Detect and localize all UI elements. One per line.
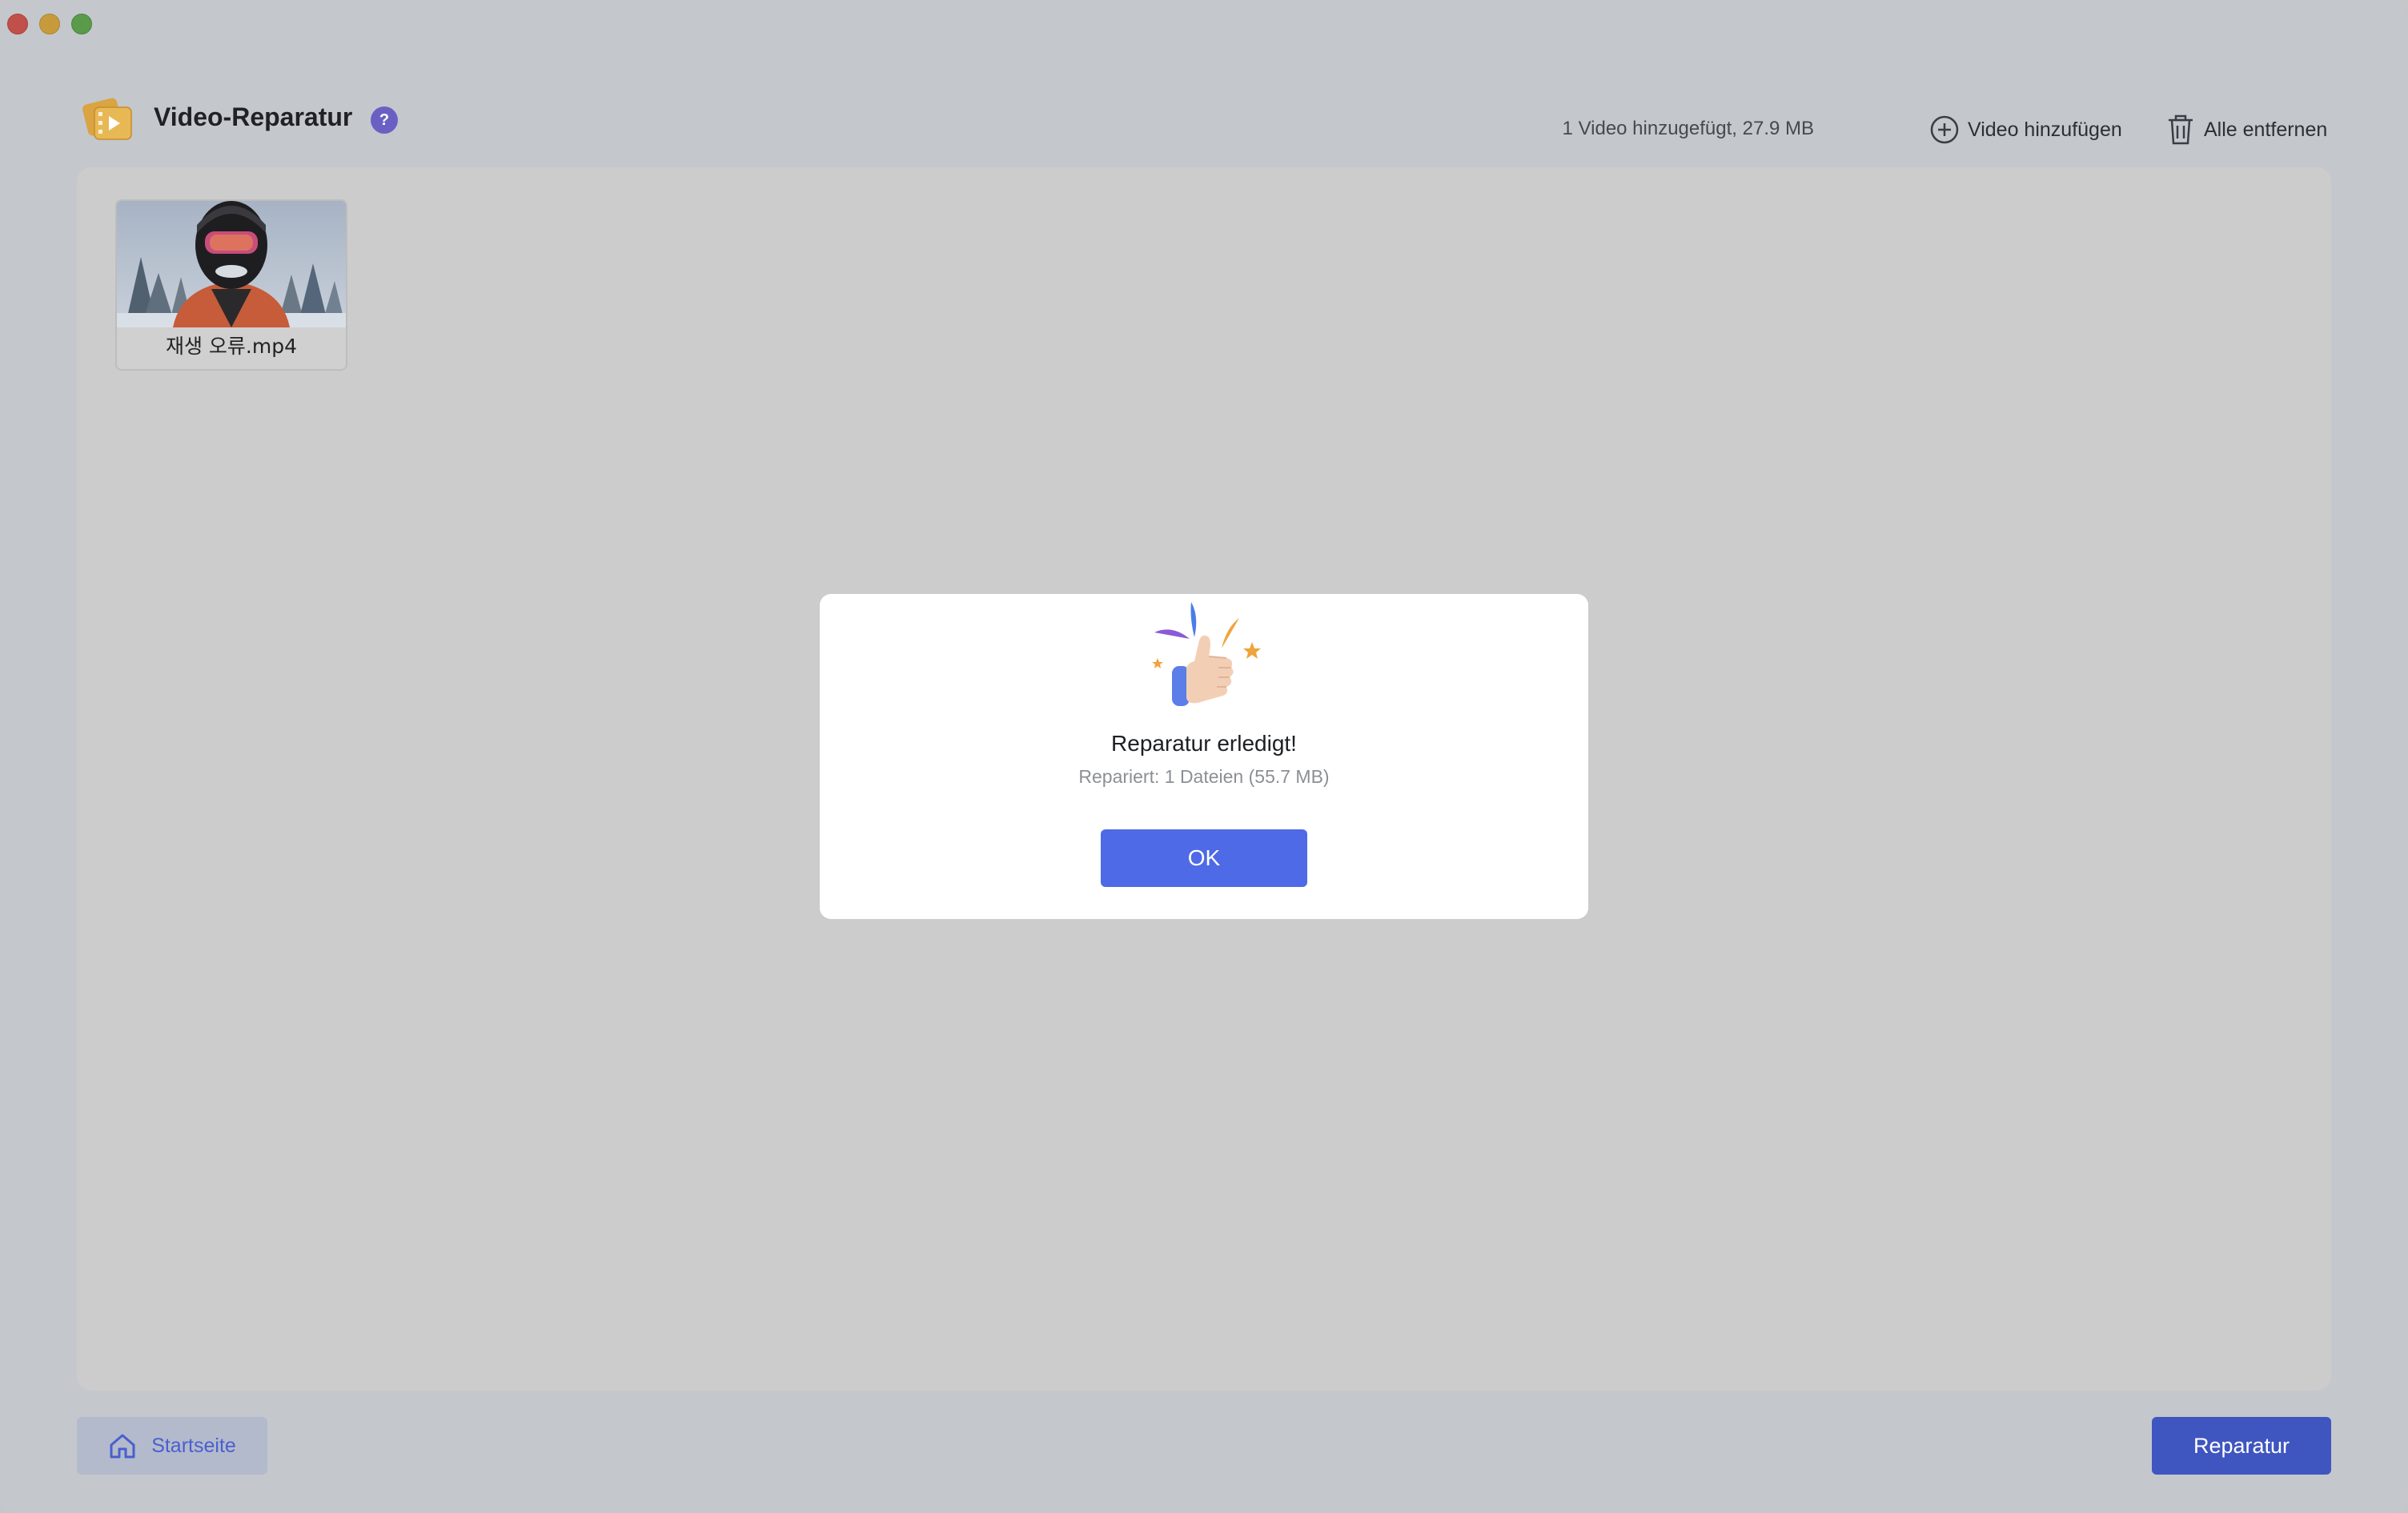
remove-all-label: Alle entfernen	[2204, 118, 2328, 141]
home-label: Startseite	[151, 1434, 236, 1457]
window-close-button[interactable]	[7, 14, 28, 34]
plus-circle-icon	[1930, 115, 1959, 144]
video-file-card[interactable]: 재생 오류.mp4	[115, 199, 347, 371]
dialog-title: Reparatur erledigt!	[1111, 731, 1297, 756]
video-thumbnail	[117, 201, 346, 327]
repair-complete-dialog: Reparatur erledigt! Repariert: 1 Dateien…	[820, 594, 1588, 919]
thumbs-up-icon	[1152, 602, 1261, 706]
video-repair-logo-icon	[82, 98, 132, 140]
trash-icon	[2169, 114, 2193, 145]
repair-button[interactable]: Reparatur	[2152, 1417, 2331, 1475]
home-button[interactable]: Startseite	[77, 1417, 267, 1475]
home-icon	[110, 1434, 135, 1459]
file-stats: 1 Video hinzugefügt, 27.9 MB	[1562, 118, 1814, 139]
ok-button[interactable]: OK	[1101, 829, 1307, 887]
app-window: Video-Reparatur ? 1 Video hinzugefügt, 2…	[0, 0, 2408, 1513]
dialog-subtitle: Repariert: 1 Dateien (55.7 MB)	[1078, 766, 1330, 787]
remove-all-button[interactable]: Alle entfernen	[2165, 112, 2327, 147]
window-minimize-button[interactable]	[39, 14, 60, 34]
page-title: Video-Reparatur	[154, 102, 353, 131]
add-video-label: Video hinzufügen	[1968, 118, 2122, 141]
add-video-button[interactable]: Video hinzufügen	[1929, 112, 2122, 147]
help-icon[interactable]: ?	[371, 106, 398, 134]
file-name: 재생 오류.mp4	[165, 335, 298, 358]
window-maximize-button[interactable]	[71, 14, 92, 34]
